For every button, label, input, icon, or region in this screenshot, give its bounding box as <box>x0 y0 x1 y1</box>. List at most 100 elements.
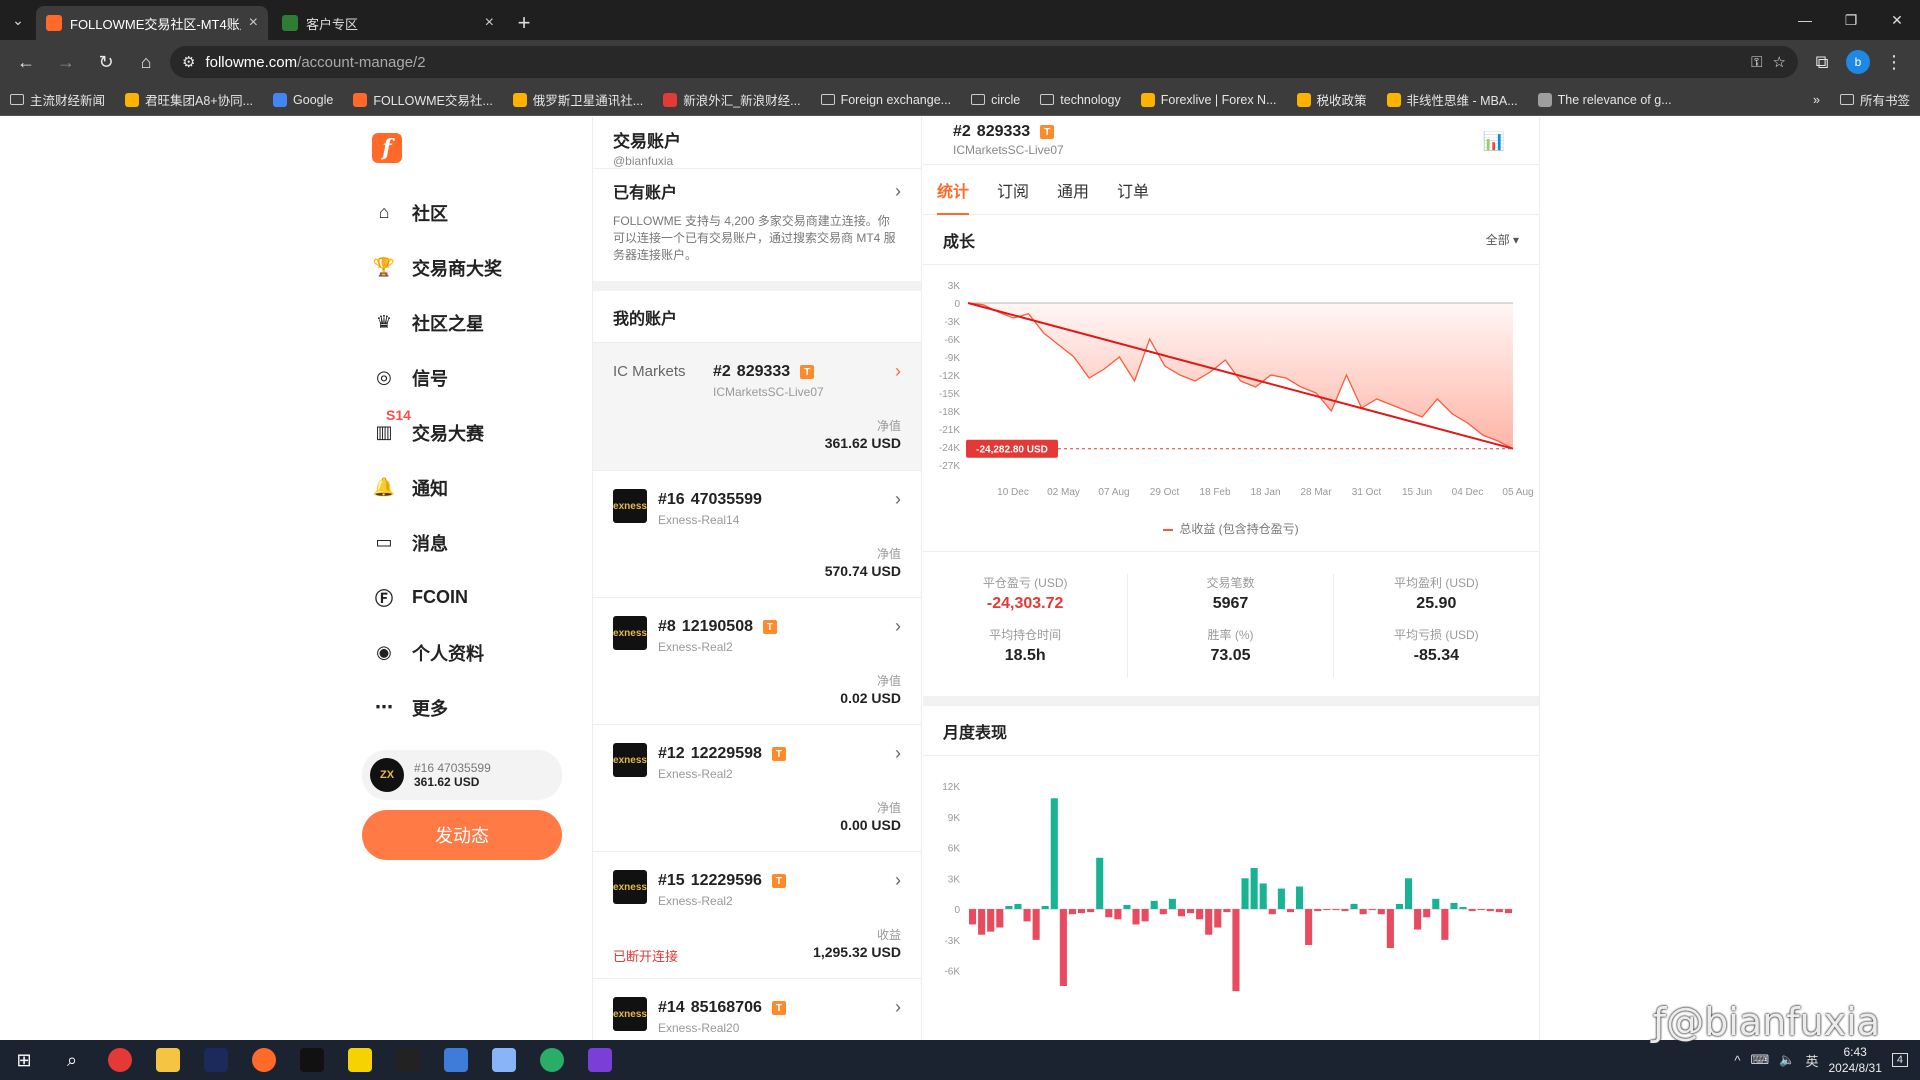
close-window-icon[interactable]: ✕ <box>1874 0 1920 40</box>
y-tick-label: -27K <box>939 461 960 472</box>
exness-logo: exness <box>613 997 647 1031</box>
account-card[interactable]: exness #8 12190508 T Exness-Real2 › 净值 0.02 USD <box>593 598 921 725</box>
tab-client-area[interactable]: 客户专区 × <box>272 6 504 40</box>
notification-icon[interactable]: 4 <box>1891 1053 1908 1067</box>
volume-icon[interactable]: 🔈 <box>1779 1052 1795 1068</box>
sidebar-item-1[interactable]: 🏆 交易商大奖 <box>372 240 502 295</box>
close-tab-icon[interactable]: × <box>249 14 258 32</box>
more-icon: ⋯ <box>375 697 393 717</box>
mt4-ic-icon[interactable] <box>288 1040 336 1080</box>
tab-1[interactable]: 订阅 <box>997 165 1029 215</box>
post-button[interactable]: 发动态 <box>362 810 562 860</box>
bookmark-item[interactable]: Google <box>273 92 333 107</box>
bookmark-item[interactable]: 主流财经新闻 <box>10 90 105 109</box>
trophy-icon: 🏆 <box>372 257 396 277</box>
password-key-icon[interactable]: ⚿ <box>1751 54 1762 71</box>
y-tick-label: 6K <box>948 844 961 855</box>
bookmark-item[interactable]: 俄罗斯卫星通讯社... <box>512 90 643 109</box>
sidebar-item-5[interactable]: 🔔 通知 <box>372 460 502 515</box>
y-tick-label: 0 <box>954 905 960 916</box>
folder-icon <box>971 94 986 105</box>
app-icon[interactable] <box>576 1040 624 1080</box>
close-tab-icon[interactable]: × <box>485 14 494 32</box>
app-icon[interactable] <box>432 1040 480 1080</box>
existing-accounts-link[interactable]: 已有账户 › <box>593 169 921 213</box>
all-bookmarks[interactable]: 所有书签 <box>1839 90 1910 109</box>
account-card[interactable]: exness #16 47035599 Exness-Real14 › 净值 570.74 … <box>593 471 921 598</box>
sidebar-item-4[interactable]: ▥ 交易大赛 S14 <box>372 405 502 460</box>
signal-icon: ◎ <box>376 367 392 387</box>
reload-icon[interactable]: ↻ <box>90 46 122 78</box>
account-server: Exness-Real2 <box>658 640 733 654</box>
bookmark-star-icon[interactable]: ☆ <box>1773 53 1786 71</box>
bookmark-item[interactable]: 君旺集团A8+协同... <box>125 90 253 109</box>
profile-avatar[interactable]: b <box>1846 50 1870 74</box>
account-card[interactable]: exness #12 12229598 T Exness-Real2 › 净值 0.00 US… <box>593 725 921 852</box>
new-tab-button[interactable]: + <box>508 6 540 40</box>
x-tick-label: 05 Aug <box>1502 487 1533 498</box>
divider <box>923 696 1539 706</box>
bookmark-item[interactable]: 税收政策 <box>1296 90 1367 109</box>
tab-3[interactable]: 订单 <box>1117 165 1149 215</box>
app-icon[interactable] <box>192 1040 240 1080</box>
sidebar-item-0[interactable]: ⌂ 社区 <box>372 185 502 240</box>
sidebar-item-9[interactable]: ⋯ 更多 <box>372 680 502 735</box>
extensions-icon[interactable]: ⧉ <box>1806 46 1838 78</box>
bookmark-item[interactable]: Forexlive | Forex N... <box>1140 92 1277 107</box>
bar-chart-icon[interactable]: 📊 <box>1483 131 1505 152</box>
stat-label: 交易笔数 <box>1206 576 1255 590</box>
back-icon[interactable]: ← <box>10 46 42 78</box>
sidebar-item-2[interactable]: ♛ 社区之星 <box>372 295 502 350</box>
account-card[interactable]: exness #15 12229596 T Exness-Real2 › 收益 1,295.3… <box>593 852 921 979</box>
sidebar-item-3[interactable]: ◎ 信号 <box>372 350 502 405</box>
bookmark-item[interactable]: Foreign exchange... <box>820 93 951 107</box>
folder-icon <box>820 94 835 105</box>
file-explorer-icon[interactable] <box>144 1040 192 1080</box>
tab-0[interactable]: 统计 <box>937 165 970 215</box>
sidebar-item-8[interactable]: ◉ 个人资料 <box>372 625 502 680</box>
sidebar-item-7[interactable]: Ⓕ FCOIN <box>372 570 502 625</box>
app-icon[interactable] <box>480 1040 528 1080</box>
search-icon[interactable]: ⌕ <box>48 1040 96 1080</box>
ic-favicon-icon <box>282 15 298 31</box>
bookmark-item[interactable]: 非线性思维 - MBA... <box>1386 90 1518 109</box>
month-bar <box>1477 909 1485 911</box>
windows-start-icon[interactable]: ⊞ <box>0 1040 48 1080</box>
site-info-icon[interactable]: ⚙ <box>182 53 195 71</box>
bookmark-item[interactable]: 新浪外汇_新浪财经... <box>663 90 801 109</box>
windows-taskbar: ⊞ ⌕ ^ ⌨ 🔈 英 6:43 2024/8/31 4 <box>0 1040 1920 1080</box>
home-icon[interactable]: ⌂ <box>130 46 162 78</box>
value-label: 净值 <box>876 547 901 561</box>
range-dropdown[interactable]: 全部 ▾ <box>1486 231 1519 248</box>
clock[interactable]: 6:43 2024/8/31 <box>1828 1044 1881 1076</box>
followme-logo[interactable]: f <box>372 133 402 163</box>
url-input[interactable]: ⚙ followme.com/account-manage/2 ⚿ ☆ <box>170 46 1798 78</box>
sidebar-item-6[interactable]: ▭ 消息 <box>372 515 502 570</box>
mt4-icon[interactable] <box>336 1040 384 1080</box>
current-account-pill[interactable]: ZX #16 47035599 361.62 USD <box>362 750 562 800</box>
tab-2[interactable]: 通用 <box>1057 165 1089 215</box>
ime-indicator[interactable]: 英 <box>1805 1051 1818 1070</box>
restore-icon[interactable]: ❐ <box>1828 0 1874 40</box>
minimize-icon[interactable]: — <box>1782 0 1828 40</box>
bookmark-item[interactable]: technology <box>1040 93 1121 107</box>
menu-kebab-icon[interactable]: ⋮ <box>1878 46 1910 78</box>
more-bookmarks-icon[interactable]: » <box>1813 93 1820 107</box>
bookmark-item[interactable]: The relevance of g... <box>1537 92 1672 107</box>
month-bar <box>1332 909 1340 911</box>
tab-followme[interactable]: FOLLOWME交易社区-MT4账户 × <box>36 6 268 40</box>
wechat-icon[interactable] <box>528 1040 576 1080</box>
tab-search-icon[interactable]: ⌄ <box>0 0 36 40</box>
chrome-icon[interactable] <box>96 1040 144 1080</box>
bookmark-item[interactable]: circle <box>971 93 1020 107</box>
value-label: 收益 <box>876 928 901 942</box>
account-card[interactable]: exness #14 85168706 T Exness-Real20 › <box>593 979 921 1040</box>
account-card[interactable]: IC Markets #2 829333 T ICMarketsSC-Live07 › 净值… <box>593 343 921 471</box>
app-icon[interactable] <box>240 1040 288 1080</box>
tray-expand-icon[interactable]: ^ <box>1734 1053 1740 1068</box>
network-icon[interactable]: ⌨ <box>1751 1052 1770 1068</box>
bookmark-item[interactable]: FOLLOWME交易社... <box>353 90 493 109</box>
forward-icon[interactable]: → <box>50 46 82 78</box>
season-badge: S14 <box>386 407 411 423</box>
exness-icon[interactable] <box>384 1040 432 1080</box>
